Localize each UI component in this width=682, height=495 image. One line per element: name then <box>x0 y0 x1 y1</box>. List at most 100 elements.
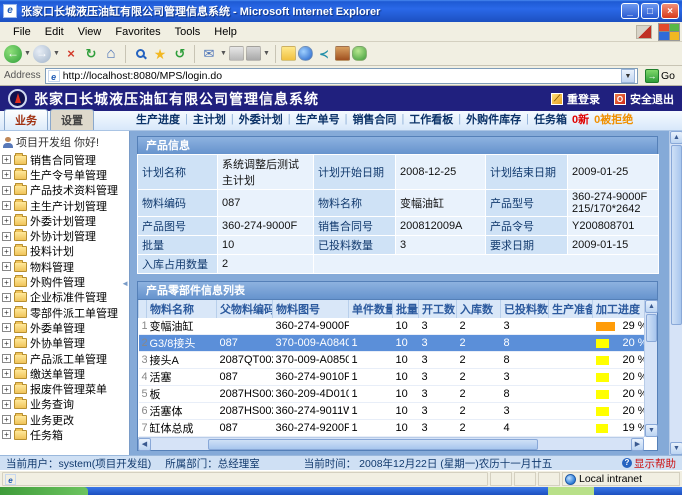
col-header-5[interactable]: 开工数 <box>419 300 457 318</box>
taskbar-item[interactable] <box>548 487 594 495</box>
col-header-3[interactable]: 单件数量 <box>349 300 393 318</box>
tree-item-11[interactable]: +外委单管理 <box>2 320 129 335</box>
col-header-8[interactable]: 生产准备 <box>549 300 593 318</box>
back-icon[interactable]: ← <box>4 45 22 63</box>
tree-item-8[interactable]: +外购件管理 <box>2 274 129 289</box>
address-input[interactable]: e http://localhost:8080/MPS/login.do ▼ <box>45 68 638 84</box>
col-header-7[interactable]: 已投料数 <box>501 300 549 318</box>
tree-item-12[interactable]: +外协单管理 <box>2 336 129 351</box>
show-help-link[interactable]: ? 显示帮助 <box>622 456 676 471</box>
nav-link-0[interactable]: 生产进度 <box>136 111 180 127</box>
contacts-icon[interactable] <box>352 46 367 61</box>
mail-icon[interactable]: ✉ <box>200 45 218 63</box>
expand-icon[interactable]: + <box>2 369 11 378</box>
tree-item-18[interactable]: +任务箱 <box>2 427 129 442</box>
scroll-right-icon[interactable]: ▶ <box>631 438 644 451</box>
edit-icon[interactable] <box>246 46 261 61</box>
forward-dropdown-icon[interactable]: ▼ <box>53 45 60 63</box>
tree-item-6[interactable]: +投料计划 <box>2 244 129 259</box>
parts-vertical-scrollbar[interactable]: ▲ ▼ <box>644 300 657 437</box>
tree-item-3[interactable]: +主生产计划管理 <box>2 198 129 213</box>
scrollbar-thumb[interactable] <box>671 145 682 325</box>
parts-horizontal-scrollbar[interactable]: ◀ ▶ <box>138 437 644 450</box>
tree-item-4[interactable]: +外委计划管理 <box>2 213 129 228</box>
edit-dropdown-icon[interactable]: ▼ <box>263 45 270 63</box>
maximize-button[interactable]: □ <box>641 3 659 19</box>
expand-icon[interactable]: + <box>2 186 11 195</box>
expand-icon[interactable]: + <box>2 247 11 256</box>
scroll-up-icon[interactable]: ▲ <box>670 131 682 144</box>
menu-file[interactable]: File <box>6 24 38 40</box>
col-header-4[interactable]: 批量 <box>393 300 419 318</box>
expand-icon[interactable]: + <box>2 354 11 363</box>
menu-view[interactable]: View <box>71 24 109 40</box>
close-button[interactable]: × <box>661 3 679 19</box>
tree-item-7[interactable]: +物料管理 <box>2 259 129 274</box>
research-icon[interactable] <box>335 46 350 61</box>
discuss-icon[interactable] <box>281 46 296 61</box>
messenger-icon[interactable] <box>298 46 313 61</box>
home-icon[interactable]: ⌂ <box>102 45 120 63</box>
relogin-button[interactable]: 重登录 <box>551 91 600 107</box>
menu-edit[interactable]: Edit <box>38 24 71 40</box>
tree-item-2[interactable]: +产品技术资料管理 <box>2 183 129 198</box>
windows-taskbar[interactable] <box>0 487 682 495</box>
nav-link-5[interactable]: 工作看板 <box>409 111 453 127</box>
print-icon[interactable] <box>229 46 244 61</box>
scroll-up-icon[interactable]: ▲ <box>645 300 658 313</box>
address-dropdown-icon[interactable]: ▼ <box>621 69 635 83</box>
expand-icon[interactable]: + <box>2 232 11 241</box>
nav-link-6[interactable]: 外购件库存 <box>466 111 521 127</box>
expand-icon[interactable]: + <box>2 430 11 439</box>
nav-link-3[interactable]: 生产单号 <box>296 111 340 127</box>
tree-item-9[interactable]: +企业标准件管理 <box>2 290 129 305</box>
expand-icon[interactable]: + <box>2 385 11 394</box>
parts-row-3[interactable]: 4活塞087360-274-9010F11032320 % <box>139 369 645 386</box>
tree-item-13[interactable]: +产品派工单管理 <box>2 351 129 366</box>
scroll-down-icon[interactable]: ▼ <box>670 442 682 455</box>
nav-link-2[interactable]: 外委计划 <box>239 111 283 127</box>
scroll-down-icon[interactable]: ▼ <box>645 424 658 437</box>
favorites-icon[interactable]: ★ <box>151 45 169 63</box>
nav-link-1[interactable]: 主计划 <box>193 111 226 127</box>
go-button[interactable]: → Go <box>642 67 678 84</box>
parts-row-1[interactable]: 2G3/8接头087370-009-A084011032820 % <box>139 335 645 352</box>
col-header-2[interactable]: 物料图号 <box>273 300 349 318</box>
menu-tools[interactable]: Tools <box>168 24 208 40</box>
tab-设置[interactable]: 设置 <box>50 109 94 130</box>
tree-item-15[interactable]: +报废件管理菜单 <box>2 381 129 396</box>
expand-icon[interactable]: + <box>2 278 11 287</box>
parts-row-5[interactable]: 6活塞体2087HS002360-274-9011W11032320 % <box>139 403 645 420</box>
tree-item-5[interactable]: +外协计划管理 <box>2 228 129 243</box>
search-icon[interactable] <box>131 45 149 63</box>
stop-icon[interactable]: × <box>62 45 80 63</box>
mail-dropdown-icon[interactable]: ▼ <box>220 45 227 63</box>
col-header-1[interactable]: 父物料编码 <box>217 300 273 318</box>
scroll-left-icon[interactable]: ◀ <box>138 438 151 451</box>
scrollbar-thumb[interactable] <box>208 439 538 450</box>
logout-button[interactable]: O 安全退出 <box>614 91 674 107</box>
tree-item-10[interactable]: +零部件派工单管理 <box>2 305 129 320</box>
col-header-0[interactable]: 物料名称 <box>147 300 217 318</box>
tree-item-14[interactable]: +缴送单管理 <box>2 366 129 381</box>
tree-item-1[interactable]: +生产令号单管理 <box>2 167 129 182</box>
tree-item-17[interactable]: +业务更改 <box>2 412 129 427</box>
expand-icon[interactable]: + <box>2 293 11 302</box>
expand-icon[interactable]: + <box>2 400 11 409</box>
expand-icon[interactable]: + <box>2 415 11 424</box>
scrollbar-thumb[interactable] <box>646 314 657 342</box>
menu-help[interactable]: Help <box>207 24 244 40</box>
minimize-button[interactable]: _ <box>621 3 639 19</box>
tree-item-0[interactable]: +销售合同管理 <box>2 152 129 167</box>
nav-link-4[interactable]: 销售合同 <box>352 111 396 127</box>
refresh-icon[interactable]: ↻ <box>82 45 100 63</box>
parts-row-2[interactable]: 3接头A2087QT002370-009-A085011032820 % <box>139 352 645 369</box>
address-url[interactable]: http://localhost:8080/MPS/login.do <box>63 70 621 82</box>
forward-icon[interactable]: → <box>33 45 51 63</box>
col-header-6[interactable]: 入库数 <box>457 300 501 318</box>
sidebar-collapse-icon[interactable]: ◄ <box>121 279 129 288</box>
col-header-9[interactable]: 加工进度 <box>593 300 645 318</box>
addon-icon[interactable] <box>636 25 652 39</box>
parts-row-6[interactable]: 7缸体总成087360-274-9200F11032419 % <box>139 420 645 437</box>
tree-item-16[interactable]: +业务查询 <box>2 397 129 412</box>
